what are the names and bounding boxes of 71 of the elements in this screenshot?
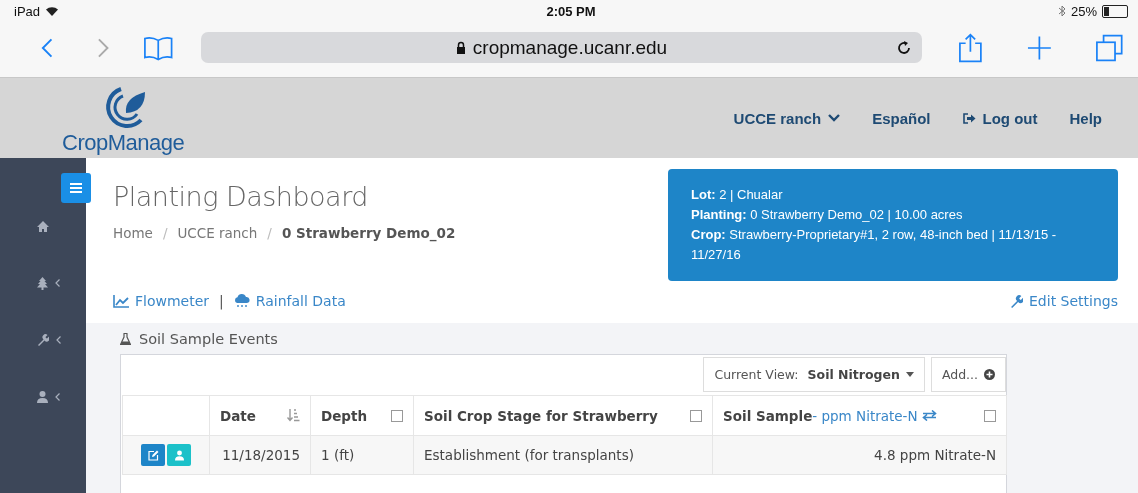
- home-icon: [37, 220, 49, 232]
- menu-icon: [70, 183, 82, 193]
- separator: |: [219, 293, 224, 309]
- add-button[interactable]: Add...: [930, 357, 1006, 392]
- chevron-left-icon: [56, 336, 61, 344]
- wrench-icon: [1010, 294, 1023, 308]
- nav-link[interactable]: Español: [872, 109, 931, 127]
- flowmeter-link[interactable]: Flowmeter: [113, 293, 210, 309]
- column-header[interactable]: Depth: [310, 395, 414, 436]
- info-line: Planting: 0 Strawberry Demo_02 | 10.00 acres: [691, 206, 964, 224]
- plus-icon[interactable]: [1026, 34, 1052, 61]
- column-checkbox[interactable]: [391, 409, 403, 422]
- logout-link[interactable]: Log out: [962, 109, 1038, 127]
- battery-percent: 25%: [1070, 3, 1097, 19]
- back-icon[interactable]: [40, 36, 54, 59]
- column-header[interactable]: Date: [209, 395, 311, 436]
- battery-icon: [1102, 4, 1128, 18]
- nav-link[interactable]: Help: [1069, 109, 1102, 127]
- current-view-dropdown[interactable]: Current View: Soil Nitrogen: [703, 357, 925, 392]
- ranch-dropdown[interactable]: UCCE ranch: [733, 109, 841, 127]
- table-cell: 1 (ft): [310, 435, 414, 475]
- tabs-icon[interactable]: [1095, 32, 1124, 63]
- breadcrumb-separator: /: [162, 225, 168, 241]
- breadcrumb-link[interactable]: Home: [113, 225, 153, 241]
- address-bar[interactable]: cropmanage.ucanr.edu: [201, 32, 922, 63]
- caret-icon: [905, 372, 914, 377]
- breadcrumb-separator: /: [267, 225, 272, 241]
- bluetooth-icon: [1057, 5, 1066, 17]
- rainfall-link[interactable]: Rainfall Data: [233, 293, 346, 309]
- url-text: cropmanage.ucanr.edu: [472, 36, 668, 59]
- bookmarks-icon[interactable]: [142, 34, 174, 61]
- logout-icon: [962, 112, 976, 124]
- forward-icon[interactable]: [97, 36, 111, 59]
- chevron-down-icon: [828, 114, 841, 122]
- logo-text: CropManage: [62, 130, 185, 156]
- wifi-icon: [45, 5, 60, 17]
- edit-icon: [147, 449, 159, 461]
- chevron-left-icon: [55, 393, 60, 401]
- table-cell: Establishment (for transplants): [413, 435, 713, 475]
- info-line: Lot: 2 | Chualar: [691, 186, 784, 204]
- clock: 2:05 PM: [546, 3, 596, 19]
- column-header[interactable]: Soil Sample- ppm Nitrate-N: [712, 395, 1007, 436]
- edit-settings-link[interactable]: Edit Settings: [1010, 293, 1118, 309]
- reload-icon[interactable]: [895, 39, 912, 56]
- tree-icon: [37, 276, 48, 290]
- user-icon: [37, 391, 48, 403]
- wrench-icon: [37, 334, 49, 346]
- line-chart-icon: [113, 294, 129, 308]
- menu-button[interactable]: [61, 173, 91, 203]
- sort-icon: [287, 409, 300, 422]
- share-icon[interactable]: [957, 31, 983, 64]
- rain-cloud-icon: [233, 294, 250, 308]
- column-header[interactable]: Soil Crop Stage for Strawberry: [413, 395, 713, 436]
- flask-icon: [120, 333, 131, 345]
- lock-icon: [455, 41, 466, 54]
- current-page-crumb: 0 Strawberry Demo_02: [281, 225, 456, 241]
- page-title: Planting Dashboard: [113, 181, 369, 212]
- edit-button[interactable]: [141, 444, 165, 466]
- info-line: Crop: Strawberry-Proprietary#1, 2 row, 48-inch bed | 11/13/15 - 11/27/16: [691, 226, 1058, 264]
- plus-circle-icon: [984, 369, 995, 380]
- column-checkbox[interactable]: [984, 409, 996, 422]
- chevron-left-icon: [55, 279, 60, 287]
- table-cell: 11/18/2015: [209, 435, 311, 475]
- swap-arrows-icon: [922, 409, 938, 421]
- table-cell: 4.8 ppm Nitrate-N: [712, 435, 1007, 475]
- device-name: iPad: [14, 3, 41, 19]
- section-title: Soil Sample Events: [139, 331, 278, 347]
- user-button[interactable]: [167, 444, 191, 466]
- column-checkbox[interactable]: [690, 409, 702, 422]
- user-icon: [174, 449, 184, 461]
- breadcrumb-link[interactable]: UCCE ranch: [177, 225, 258, 241]
